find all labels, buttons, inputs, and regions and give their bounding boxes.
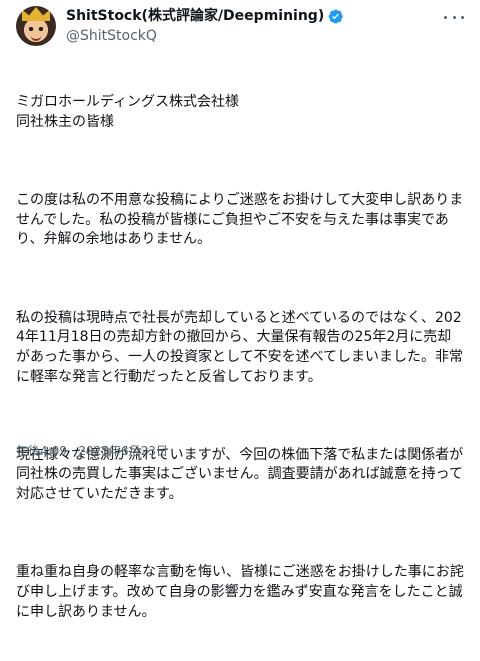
crown-icon xyxy=(22,7,50,21)
more-options-icon[interactable] xyxy=(444,10,464,24)
avatar-mouth xyxy=(31,35,41,41)
author-names: ShitStock(株式評論家/Deepmining) @ShitStockQ xyxy=(66,6,344,46)
tweet-header: ShitStock(株式評論家/Deepmining) @ShitStockQ xyxy=(16,6,464,54)
tweet-paragraph: この度は私の不用意な投稿によりご迷惑をお掛けして大変申し訳ありませんでした。私の… xyxy=(16,192,464,248)
tweet-text: ミガロホールディングス株式会社様 同社株主の皆様 この度は私の不用意な投稿により… xyxy=(16,54,464,661)
more-dot xyxy=(461,15,464,19)
tweet: ShitStock(株式評論家/Deepmining) @ShitStockQ … xyxy=(0,0,480,620)
more-dot xyxy=(444,15,447,19)
avatar-eyes xyxy=(29,27,43,31)
tweet-timestamp[interactable]: 午後4:09 · 2025年6月23日 xyxy=(16,443,168,459)
tweet-paragraph: 重ね重ね自身の軽率な言動を悔い、皆様にご迷惑をお掛けした事にお詫び申し上げます。… xyxy=(16,564,464,620)
tweet-paragraph: 私の投稿は現時点で社長が売却していると述べているのではなく、2024年11月18… xyxy=(16,309,464,385)
handle[interactable]: @ShitStockQ xyxy=(66,26,344,46)
tweet-paragraph: ミガロホールディングス株式会社様 同社株主の皆様 xyxy=(16,94,240,130)
more-dot xyxy=(452,15,456,19)
display-name-row: ShitStock(株式評論家/Deepmining) xyxy=(66,6,344,26)
avatar[interactable] xyxy=(16,6,56,46)
verified-badge-icon[interactable] xyxy=(327,8,344,25)
display-name[interactable]: ShitStock(株式評論家/Deepmining) xyxy=(66,6,324,26)
